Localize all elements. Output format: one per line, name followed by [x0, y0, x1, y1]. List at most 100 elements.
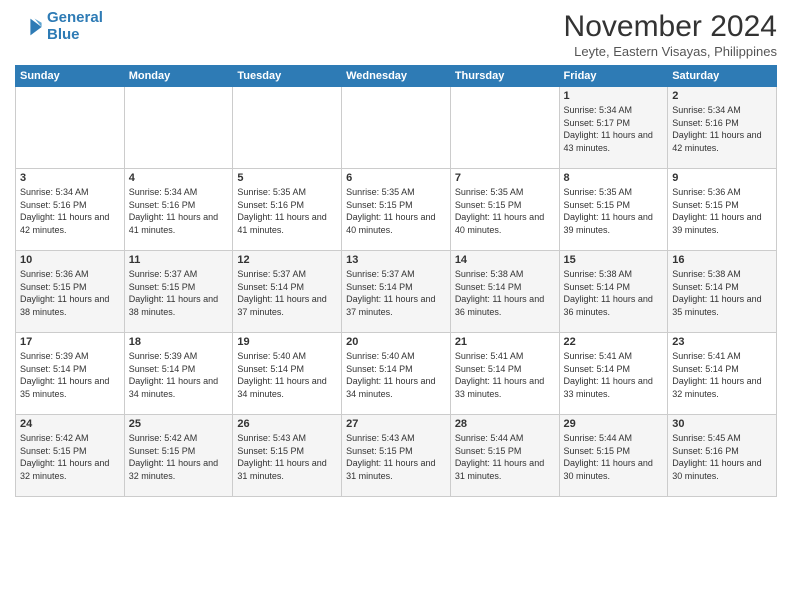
day-info: Sunrise: 5:40 AM Sunset: 5:14 PM Dayligh… — [237, 350, 337, 400]
day-number: 29 — [564, 418, 664, 430]
header-monday: Monday — [124, 66, 233, 87]
calendar-cell: 10 Sunrise: 5:36 AM Sunset: 5:15 PM Dayli… — [16, 251, 125, 333]
day-number: 26 — [237, 418, 337, 430]
day-info: Sunrise: 5:45 AM Sunset: 5:16 PM Dayligh… — [672, 432, 772, 482]
calendar-cell: 18Sunrise: 5:39 AM Sunset: 5:14 PM Dayli… — [124, 333, 233, 415]
calendar-cell: 14 Sunrise: 5:38 AM Sunset: 5:14 PM Dayli… — [450, 251, 559, 333]
header-row: Sunday Monday Tuesday Wednesday Thursday… — [16, 66, 777, 87]
day-info: Sunrise: 5:43 AM Sunset: 5:15 PM Dayligh… — [346, 432, 446, 482]
calendar-week-3: 10 Sunrise: 5:36 AM Sunset: 5:15 PM Dayli… — [16, 251, 777, 333]
day-info: Sunrise: 5:34 AM Sunset: 5:16 PM Dayligh… — [129, 186, 229, 236]
day-number: 25 — [129, 418, 229, 430]
day-number: 14 — [455, 254, 555, 266]
day-info: Sunrise: 5:34 AM Sunset: 5:17 PM Dayligh… — [564, 104, 664, 154]
day-number: 6 — [346, 172, 446, 184]
day-info: Sunrise: 5:42 AM Sunset: 5:15 PM Dayligh… — [20, 432, 120, 482]
logo-line1: General — [47, 9, 103, 26]
calendar-cell: 4 Sunrise: 5:34 AM Sunset: 5:16 PM Daylig… — [124, 169, 233, 251]
calendar-cell: 21 Sunrise: 5:41 AM Sunset: 5:14 PM Dayli… — [450, 333, 559, 415]
calendar-cell: 24 Sunrise: 5:42 AM Sunset: 5:15 PM Dayli… — [16, 415, 125, 497]
subtitle: Leyte, Eastern Visayas, Philippines — [564, 44, 777, 59]
day-info: Sunrise: 5:42 AM Sunset: 5:15 PM Dayligh… — [129, 432, 229, 482]
calendar-cell: 6 Sunrise: 5:35 AM Sunset: 5:15 PM Daylig… — [342, 169, 451, 251]
calendar-cell — [124, 87, 233, 169]
calendar-cell: 9 Sunrise: 5:36 AM Sunset: 5:15 PM Daylig… — [668, 169, 777, 251]
day-number: 22 — [564, 336, 664, 348]
logo-icon — [15, 13, 43, 41]
day-number: 4 — [129, 172, 229, 184]
day-info: Sunrise: 5:39 AM Sunset: 5:14 PM Dayligh… — [20, 350, 120, 400]
calendar-cell: 22Sunrise: 5:41 AM Sunset: 5:14 PM Dayli… — [559, 333, 668, 415]
calendar-cell: 1 Sunrise: 5:34 AM Sunset: 5:17 PM Daylig… — [559, 87, 668, 169]
calendar-cell: 17 Sunrise: 5:39 AM Sunset: 5:14 PM Dayli… — [16, 333, 125, 415]
calendar-cell: 26Sunrise: 5:43 AM Sunset: 5:15 PM Dayli… — [233, 415, 342, 497]
calendar-cell: 11Sunrise: 5:37 AM Sunset: 5:15 PM Dayli… — [124, 251, 233, 333]
calendar-week-5: 24 Sunrise: 5:42 AM Sunset: 5:15 PM Dayli… — [16, 415, 777, 497]
day-number: 3 — [20, 172, 120, 184]
calendar-week-1: 1 Sunrise: 5:34 AM Sunset: 5:17 PM Daylig… — [16, 87, 777, 169]
calendar-cell: 7Sunrise: 5:35 AM Sunset: 5:15 PM Daylig… — [450, 169, 559, 251]
calendar-cell: 20 Sunrise: 5:40 AM Sunset: 5:14 PM Dayli… — [342, 333, 451, 415]
title-block: November 2024 Leyte, Eastern Visayas, Ph… — [564, 10, 777, 59]
calendar-cell: 2 Sunrise: 5:34 AM Sunset: 5:16 PM Daylig… — [668, 87, 777, 169]
day-number: 1 — [564, 90, 664, 102]
calendar-cell: 29 Sunrise: 5:44 AM Sunset: 5:15 PM Dayli… — [559, 415, 668, 497]
calendar-cell: 12Sunrise: 5:37 AM Sunset: 5:14 PM Dayli… — [233, 251, 342, 333]
day-number: 5 — [237, 172, 337, 184]
day-number: 12 — [237, 254, 337, 266]
day-info: Sunrise: 5:39 AM Sunset: 5:14 PM Dayligh… — [129, 350, 229, 400]
day-number: 19 — [237, 336, 337, 348]
day-info: Sunrise: 5:34 AM Sunset: 5:16 PM Dayligh… — [672, 104, 772, 154]
calendar-week-4: 17 Sunrise: 5:39 AM Sunset: 5:14 PM Dayli… — [16, 333, 777, 415]
calendar-week-2: 3 Sunrise: 5:34 AM Sunset: 5:16 PM Daylig… — [16, 169, 777, 251]
logo: General Blue — [15, 10, 103, 43]
day-number: 13 — [346, 254, 446, 266]
day-number: 9 — [672, 172, 772, 184]
day-info: Sunrise: 5:36 AM Sunset: 5:15 PM Dayligh… — [20, 268, 120, 318]
day-info: Sunrise: 5:44 AM Sunset: 5:15 PM Dayligh… — [564, 432, 664, 482]
month-title: November 2024 — [564, 10, 777, 44]
calendar-cell: 16Sunrise: 5:38 AM Sunset: 5:14 PM Dayli… — [668, 251, 777, 333]
day-info: Sunrise: 5:37 AM Sunset: 5:15 PM Dayligh… — [129, 268, 229, 318]
calendar-cell: 27 Sunrise: 5:43 AM Sunset: 5:15 PM Dayli… — [342, 415, 451, 497]
page-container: General Blue November 2024 Leyte, Easter… — [0, 0, 792, 507]
calendar-cell — [233, 87, 342, 169]
day-info: Sunrise: 5:38 AM Sunset: 5:14 PM Dayligh… — [455, 268, 555, 318]
logo-text: General Blue — [47, 10, 103, 43]
day-info: Sunrise: 5:37 AM Sunset: 5:14 PM Dayligh… — [346, 268, 446, 318]
header-wednesday: Wednesday — [342, 66, 451, 87]
day-info: Sunrise: 5:41 AM Sunset: 5:14 PM Dayligh… — [455, 350, 555, 400]
header-thursday: Thursday — [450, 66, 559, 87]
calendar-cell: 8Sunrise: 5:35 AM Sunset: 5:15 PM Daylig… — [559, 169, 668, 251]
day-number: 15 — [564, 254, 664, 266]
day-number: 24 — [20, 418, 120, 430]
day-number: 28 — [455, 418, 555, 430]
logo-line2: Blue — [47, 26, 80, 43]
calendar-cell: 28 Sunrise: 5:44 AM Sunset: 5:15 PM Dayli… — [450, 415, 559, 497]
calendar-cell — [16, 87, 125, 169]
header-friday: Friday — [559, 66, 668, 87]
calendar-cell — [450, 87, 559, 169]
calendar-cell: 15 Sunrise: 5:38 AM Sunset: 5:14 PM Dayli… — [559, 251, 668, 333]
day-number: 20 — [346, 336, 446, 348]
header-tuesday: Tuesday — [233, 66, 342, 87]
calendar-cell: 25 Sunrise: 5:42 AM Sunset: 5:15 PM Dayli… — [124, 415, 233, 497]
day-info: Sunrise: 5:35 AM Sunset: 5:15 PM Dayligh… — [346, 186, 446, 236]
day-number: 2 — [672, 90, 772, 102]
day-info: Sunrise: 5:38 AM Sunset: 5:14 PM Dayligh… — [564, 268, 664, 318]
day-number: 21 — [455, 336, 555, 348]
day-info: Sunrise: 5:35 AM Sunset: 5:15 PM Dayligh… — [564, 186, 664, 236]
day-info: Sunrise: 5:40 AM Sunset: 5:14 PM Dayligh… — [346, 350, 446, 400]
day-info: Sunrise: 5:44 AM Sunset: 5:15 PM Dayligh… — [455, 432, 555, 482]
day-number: 10 — [20, 254, 120, 266]
calendar-cell: 19 Sunrise: 5:40 AM Sunset: 5:14 PM Dayli… — [233, 333, 342, 415]
day-number: 17 — [20, 336, 120, 348]
day-info: Sunrise: 5:35 AM Sunset: 5:16 PM Dayligh… — [237, 186, 337, 236]
day-number: 30 — [672, 418, 772, 430]
day-number: 7 — [455, 172, 555, 184]
calendar-cell: 23Sunrise: 5:41 AM Sunset: 5:14 PM Dayli… — [668, 333, 777, 415]
header-sunday: Sunday — [16, 66, 125, 87]
day-info: Sunrise: 5:41 AM Sunset: 5:14 PM Dayligh… — [672, 350, 772, 400]
day-info: Sunrise: 5:36 AM Sunset: 5:15 PM Dayligh… — [672, 186, 772, 236]
day-number: 27 — [346, 418, 446, 430]
